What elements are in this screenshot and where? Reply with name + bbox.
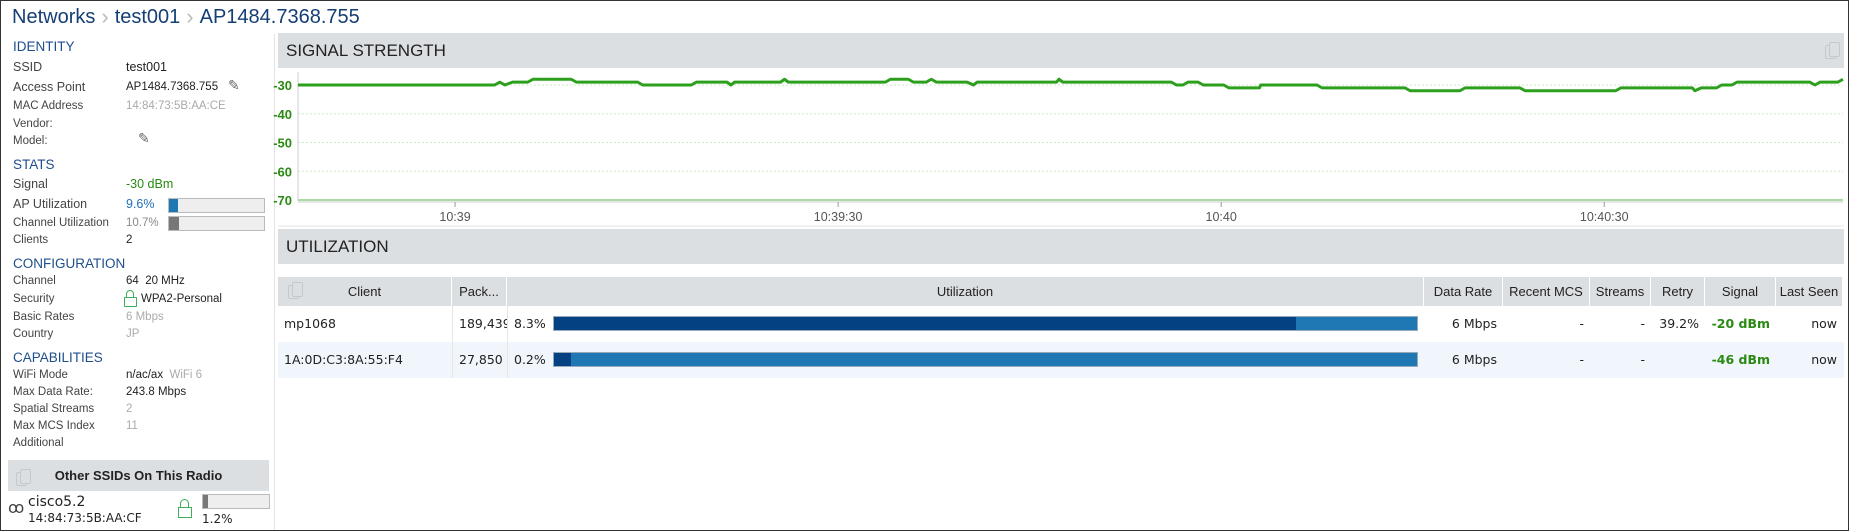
other-ssid-util: 1.2%	[202, 512, 233, 526]
column-header-label: Streams	[1595, 284, 1645, 299]
cell-recent-mcs: -	[1579, 352, 1584, 367]
x-tick-label: 10:40:30	[1580, 210, 1629, 224]
max-mcs-value: 11	[126, 420, 138, 432]
section-configuration: CONFIGURATION	[13, 256, 126, 271]
section-capabilities: CAPABILITIES	[13, 350, 103, 365]
spatial-streams-label: Spatial Streams	[13, 403, 95, 415]
column-header-label: Signal	[1721, 284, 1759, 299]
additional-label: Additional	[13, 437, 64, 449]
other-ssid-name: cisco5.2	[28, 494, 86, 510]
x-tick-label: 10:39:30	[814, 210, 863, 224]
cell-signal: -20 dBm	[1711, 316, 1770, 331]
y-tick-label: -30	[273, 78, 292, 93]
binoculars-icon: ꝏ	[8, 498, 25, 517]
column-header-label: Retry	[1661, 284, 1694, 299]
utilization-bar	[553, 352, 1418, 367]
cell-last-seen: now	[1811, 316, 1837, 331]
column-header-recent-mcs[interactable]: Recent MCS	[1503, 277, 1590, 306]
security-label: Security	[13, 293, 55, 305]
other-ssid-util-bar	[202, 494, 270, 509]
cell-utilization: 0.2%	[507, 342, 551, 378]
country-value: JP	[126, 328, 140, 340]
other-ssid-mac: 14:84:73:5B:AA:CF	[28, 511, 142, 525]
spatial-streams-value: 2	[126, 403, 133, 415]
y-tick-label: -60	[273, 164, 292, 179]
utilization-bar-fill	[554, 317, 1297, 330]
column-header-utilization[interactable]: Utilization	[507, 277, 1424, 306]
cell-retry	[1651, 342, 1705, 378]
utilization-title: UTILIZATION	[286, 237, 389, 256]
y-tick-label: -40	[273, 107, 292, 122]
cell-retry: 39.2%	[1659, 316, 1699, 331]
channel-value: 64 20 MHz	[126, 275, 185, 287]
wifi-mode: n/ac/ax	[126, 369, 164, 381]
utilization-bar-fill	[554, 353, 572, 366]
lock-icon	[178, 499, 192, 518]
signal-strength-chart: -30 -40 -50 -60 -70 10:39 10:39:30 10:40 10:40:3…	[273, 72, 1844, 227]
channel-width: 20 MHz	[145, 275, 185, 287]
column-header-last-seen[interactable]: Last Seen	[1776, 277, 1843, 306]
cell-streams: -	[1640, 316, 1645, 331]
utilization-header: UTILIZATION	[278, 229, 1844, 264]
column-header-data-rate[interactable]: Data Rate	[1424, 277, 1503, 306]
channel-number: 64	[126, 275, 139, 287]
max-rate-label: Max Data Rate:	[13, 386, 93, 398]
cell-client: mp1068	[284, 316, 336, 331]
column-header-client[interactable]: Client	[278, 277, 452, 306]
column-header-retry[interactable]: Retry	[1651, 277, 1705, 306]
wifi-mode-label: WiFi Mode	[13, 369, 68, 381]
cell-utilization: 8.3%	[507, 306, 551, 342]
column-header-label: Last Seen	[1779, 284, 1839, 299]
copy-icon[interactable]	[288, 282, 303, 299]
channel-label: Channel	[13, 275, 56, 287]
column-header-label: Data Rate	[1433, 284, 1493, 299]
utilization-bar	[553, 316, 1418, 331]
country-label: Country	[13, 328, 54, 340]
y-tick-label: -50	[273, 136, 292, 151]
x-tick-label: 10:40	[1206, 210, 1237, 224]
column-header-label: Recent MCS	[1509, 284, 1583, 299]
column-header-packets[interactable]: Pack...	[452, 277, 507, 306]
other-ssids-header: Other SSIDs On This Radio	[8, 460, 269, 491]
column-header-label: Utilization	[936, 284, 994, 299]
other-ssids-title: Other SSIDs On This Radio	[54, 468, 223, 483]
x-tick-label: 10:39	[439, 210, 470, 224]
cell-data-rate: 6 Mbps	[1451, 316, 1497, 331]
cell-last-seen: now	[1811, 352, 1837, 367]
column-header-label: Pack...	[459, 284, 499, 299]
column-header-streams[interactable]: Streams	[1590, 277, 1651, 306]
lock-icon	[124, 290, 137, 307]
wifi-mode-value: n/ac/ax WiFi 6	[126, 369, 202, 381]
cell-client: 1A:0D:C3:8A:55:F4	[284, 352, 403, 367]
cell-packets: 189,439	[452, 306, 507, 342]
y-tick-label: -70	[273, 193, 292, 208]
other-ssid-item[interactable]: ꝏ cisco5.2 14:84:73:5B:AA:CF 1.2%	[8, 494, 270, 530]
clients-value: 2	[126, 234, 133, 246]
max-rate-value: 243.8 Mbps	[126, 386, 187, 398]
copy-icon[interactable]	[16, 469, 31, 486]
security-value: WPA2-Personal	[141, 293, 222, 305]
basic-rates-value: 6 Mbps	[126, 311, 164, 323]
cell-data-rate: 6 Mbps	[1451, 352, 1497, 367]
cell-signal: -46 dBm	[1711, 352, 1770, 367]
column-header-label: Client	[347, 284, 382, 299]
max-mcs-label: Max MCS Index	[13, 420, 95, 432]
clients-label: Clients	[13, 234, 49, 246]
cell-streams: -	[1640, 352, 1645, 367]
cell-recent-mcs: -	[1579, 316, 1584, 331]
cell-packets: 27,850	[452, 342, 507, 378]
wifi-generation: WiFi 6	[169, 369, 203, 381]
column-header-signal[interactable]: Signal	[1705, 277, 1776, 306]
basic-rates-label: Basic Rates	[13, 311, 75, 323]
